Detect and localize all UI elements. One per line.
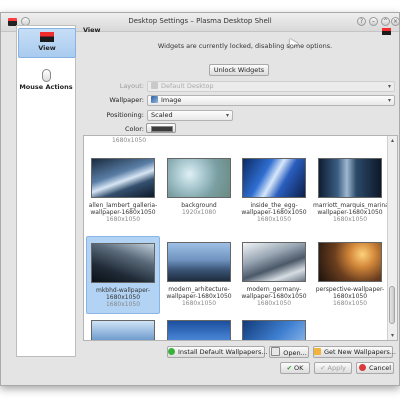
unlock-widgets-button[interactable]: Unlock Widgets <box>209 64 269 76</box>
download-icon <box>314 348 321 355</box>
wallpaper-item[interactable]: modern_germany-wallpaper-1680x1050 1680x1… <box>237 236 311 314</box>
wallpaper-thumbnail <box>167 320 231 340</box>
image-icon <box>151 96 158 103</box>
positioning-select[interactable]: Scaled ▾ <box>147 110 233 121</box>
page-title: View <box>83 26 101 34</box>
locked-notice: Widgets are currently locked, disabling … <box>157 42 333 50</box>
chevron-down-icon: ▾ <box>387 97 391 104</box>
cut-off-resolution: 1680x1050 <box>111 137 147 144</box>
wallpaper-item[interactable]: marriott_marquis_marina_building-wallpap… <box>313 152 397 230</box>
color-label: Color: <box>124 125 144 133</box>
chevron-down-icon: ▾ <box>225 112 229 119</box>
positioning-label: Positioning: <box>106 111 144 119</box>
sidebar-item-mouse-actions[interactable]: Mouse Actions <box>18 66 74 94</box>
wallpaper-item[interactable]: inside_the_egg-wallpaper-1680x1050 1680x1… <box>237 152 311 230</box>
wallpaper-thumbnail <box>167 158 231 198</box>
get-new-wallpapers-button[interactable]: Get New Wallpapers... <box>313 346 396 358</box>
wallpaper-item[interactable]: allen_lambert_galleria-wallpaper-1680x10… <box>86 152 160 230</box>
check-icon: ✔ <box>320 364 326 372</box>
wallpaper-thumbnail <box>167 242 231 282</box>
wallpaper-item[interactable]: background 1920x1080 <box>162 152 236 230</box>
open-button[interactable]: Open... <box>269 346 309 358</box>
wallpaper-gallery[interactable]: 1680x1050 allen_lambert_galleria-wallpap… <box>83 135 398 341</box>
gallery-scrollbar[interactable]: ▴ ▾ <box>387 136 397 340</box>
wallpaper-thumbnail <box>242 242 306 282</box>
wallpaper-thumbnail <box>242 158 306 198</box>
window-title: Desktop Settings – Plasma Desktop Shell <box>128 17 272 25</box>
maximize-icon[interactable]: ^ <box>381 17 390 26</box>
color-swatch <box>151 126 173 132</box>
layout-select: Default Desktop ▾ <box>147 81 395 92</box>
wallpaper-thumbnail <box>91 158 155 198</box>
document-icon <box>271 347 281 356</box>
mouse-icon <box>41 69 51 82</box>
wallpaper-item[interactable]: perspective-wallpaper-1680x1050 1680x1050 <box>313 236 387 314</box>
wallpaper-thumbnail <box>91 320 155 340</box>
sidebar-item-label: Mouse Actions <box>19 83 73 91</box>
help-icon[interactable]: ? <box>357 17 366 26</box>
wallpaper-item[interactable] <box>162 314 236 340</box>
minimize-icon[interactable]: – <box>369 17 378 26</box>
scroll-down-icon[interactable]: ▾ <box>389 332 396 339</box>
ok-button[interactable]: ✔ OK <box>280 362 310 374</box>
sidebar-item-view[interactable]: View <box>18 28 76 58</box>
flag-icon <box>40 32 54 42</box>
layout-label: Layout: <box>119 82 144 90</box>
settings-sidebar: View Mouse Actions <box>16 25 76 357</box>
wallpaper-thumbnail <box>242 320 306 340</box>
scroll-up-icon[interactable]: ▴ <box>389 137 396 144</box>
sidebar-item-label: View <box>38 44 56 52</box>
plus-icon <box>168 348 175 355</box>
desktop-icon <box>151 82 158 89</box>
wallpaper-label: Wallpaper: <box>109 96 144 104</box>
apply-button: ✔ Apply <box>314 362 352 374</box>
wallpaper-thumbnail <box>318 242 382 282</box>
wallpaper-select[interactable]: Image ▾ <box>147 95 395 106</box>
scrollbar-thumb[interactable] <box>389 286 395 324</box>
install-default-wallpapers-button[interactable]: Install Default Wallpapers... <box>167 346 268 358</box>
cancel-icon <box>358 364 366 371</box>
chevron-down-icon: ▾ <box>387 83 391 90</box>
wallpaper-item[interactable]: modern_arhitecture-wallpaper-1680x1050 16… <box>162 236 236 314</box>
wallpaper-thumbnail <box>91 243 155 283</box>
color-picker-button[interactable] <box>146 123 176 133</box>
wallpaper-item[interactable] <box>237 314 311 340</box>
wallpaper-item-selected[interactable]: mkbhd-wallpaper-1680x1050 1680x1050 <box>86 236 160 314</box>
check-icon: ✔ <box>286 364 293 372</box>
wallpaper-item[interactable] <box>86 314 160 340</box>
close-icon[interactable]: × <box>391 17 400 26</box>
flag-icon <box>382 28 391 35</box>
cancel-button[interactable]: Cancel <box>356 362 394 374</box>
wallpaper-thumbnail <box>318 158 382 198</box>
